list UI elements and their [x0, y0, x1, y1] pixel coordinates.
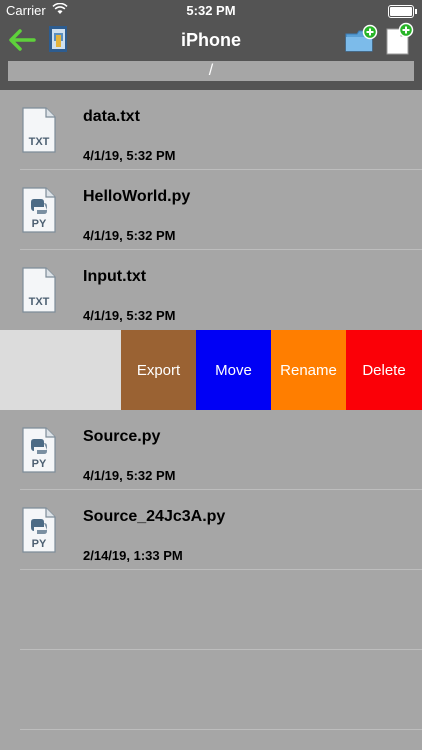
file-row[interactable]: PY Source.py 4/1/19, 5:32 PM: [0, 410, 422, 490]
swipe-actions-row: Export Move Rename Delete: [0, 330, 422, 410]
path-bar: /: [0, 58, 422, 90]
move-button[interactable]: Move: [196, 330, 271, 410]
rename-button[interactable]: Rename: [271, 330, 346, 410]
python-file-icon: PY: [22, 507, 56, 553]
svg-text:PY: PY: [32, 218, 47, 230]
empty-row: [0, 650, 422, 730]
file-name: HelloWorld.py: [83, 188, 191, 205]
folder-add-icon: [345, 24, 378, 52]
path-field[interactable]: /: [8, 61, 414, 81]
file-date: 2/14/19, 1:33 PM: [83, 548, 183, 563]
python-file-icon: PY: [22, 187, 56, 233]
file-name: Input.txt: [83, 268, 147, 285]
swiped-cell[interactable]: [0, 330, 121, 410]
svg-text:PY: PY: [32, 458, 47, 470]
file-name: data.txt: [83, 108, 140, 125]
file-row[interactable]: TXT data.txt 4/1/19, 5:32 PM: [0, 90, 422, 170]
file-row[interactable]: TXT Input.txt 4/1/19, 5:32 PM: [0, 250, 422, 330]
svg-text:PY: PY: [32, 538, 47, 550]
svg-text:TXT: TXT: [29, 296, 50, 308]
export-button[interactable]: Export: [121, 330, 196, 410]
delete-button[interactable]: Delete: [346, 330, 422, 410]
file-date: 4/1/19, 5:32 PM: [83, 228, 176, 243]
txt-file-icon: TXT: [22, 267, 56, 313]
new-folder-button[interactable]: [344, 24, 378, 54]
battery-icon: [388, 5, 417, 18]
file-date: 4/1/19, 5:32 PM: [83, 468, 176, 483]
file-list: TXT data.txt 4/1/19, 5:32 PM PY HelloWor…: [0, 90, 422, 730]
file-date: 4/1/19, 5:32 PM: [83, 148, 176, 163]
status-bar: Carrier 5:32 PM: [0, 0, 422, 22]
file-add-icon: [386, 22, 414, 55]
row-divider: [20, 729, 422, 730]
file-date: 4/1/19, 5:32 PM: [83, 308, 176, 323]
empty-row: [0, 570, 422, 650]
file-row[interactable]: PY Source_24Jc3A.py 2/14/19, 1:33 PM: [0, 490, 422, 570]
new-file-button[interactable]: [384, 22, 414, 56]
file-name: Source.py: [83, 428, 161, 445]
python-file-icon: PY: [22, 427, 56, 473]
file-row[interactable]: PY HelloWorld.py 4/1/19, 5:32 PM: [0, 170, 422, 250]
svg-text:TXT: TXT: [29, 136, 50, 148]
navigation-bar: iPhone: [0, 22, 422, 58]
status-time: 5:32 PM: [186, 3, 236, 18]
file-name: Source_24Jc3A.py: [83, 508, 226, 525]
txt-file-icon: TXT: [22, 107, 56, 153]
